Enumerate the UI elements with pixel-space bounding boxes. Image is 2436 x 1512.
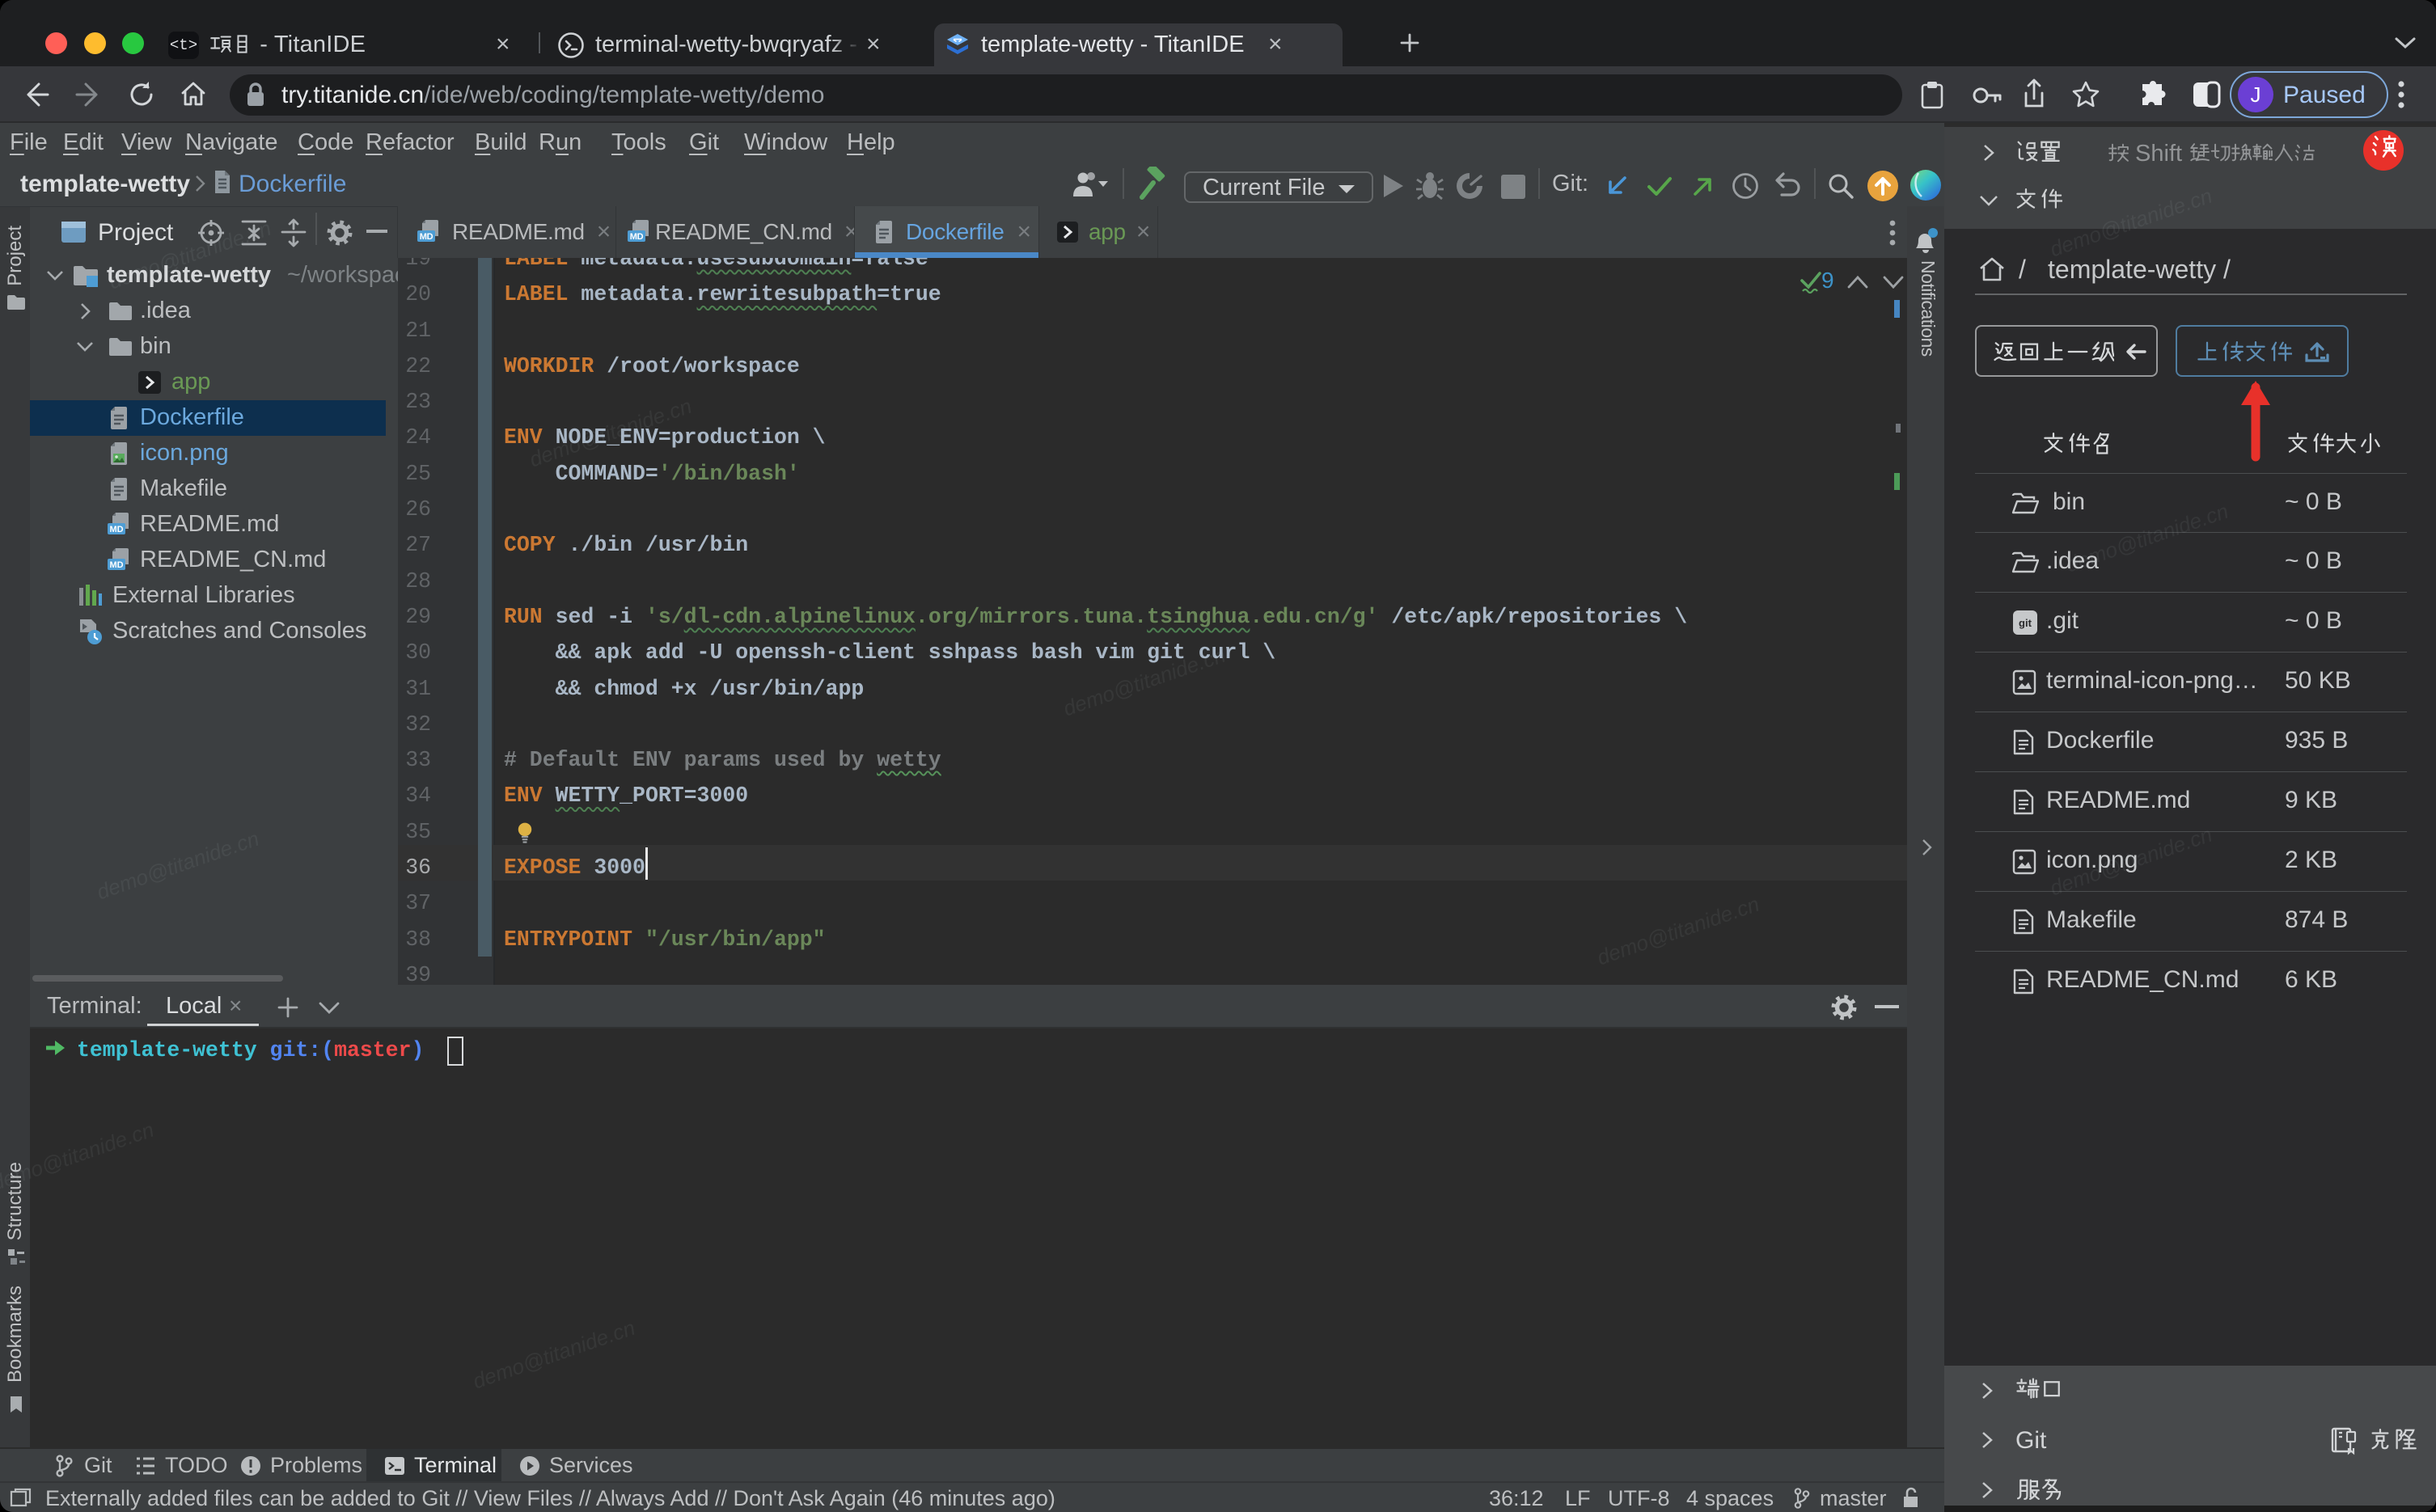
svg-text:MD: MD xyxy=(109,525,123,534)
svg-text:MD: MD xyxy=(630,232,644,242)
svg-text:MD: MD xyxy=(420,232,433,242)
svg-text:git: git xyxy=(2019,617,2032,629)
svg-text:MD: MD xyxy=(109,560,123,570)
